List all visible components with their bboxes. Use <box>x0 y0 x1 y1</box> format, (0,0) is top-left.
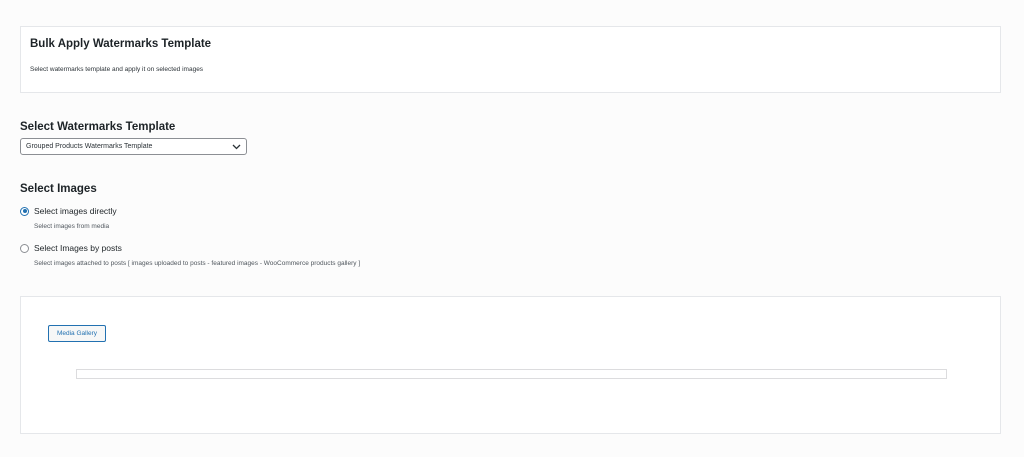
page-description: Select watermarks template and apply it … <box>30 66 204 73</box>
page-title: Bulk Apply Watermarks Template <box>30 38 212 50</box>
images-section-title: Select Images <box>20 183 97 195</box>
radio-select-by-posts[interactable] <box>20 243 29 253</box>
media-gallery-button[interactable]: Media Gallery <box>48 325 106 342</box>
radio-label-select-by-posts: Select Images by posts <box>34 243 122 253</box>
template-select[interactable]: Grouped Products Watermarks Template <box>20 138 247 155</box>
media-card: Media Gallery <box>20 296 1001 434</box>
radio-label-select-directly: Select images directly <box>34 206 117 216</box>
radio-option-select-by-posts[interactable]: Select Images by posts <box>20 243 122 253</box>
radio-desc-select-directly: Select images from media <box>34 223 110 230</box>
header-card: Bulk Apply Watermarks Template Select wa… <box>20 26 1001 93</box>
radio-select-directly[interactable] <box>20 206 29 216</box>
radio-desc-select-by-posts: Select images attached to posts [ images… <box>34 260 361 267</box>
radio-option-select-directly[interactable]: Select images directly <box>20 206 117 216</box>
chevron-down-icon <box>229 140 243 154</box>
page: Bulk Apply Watermarks Template Select wa… <box>0 0 1024 457</box>
template-section-title: Select Watermarks Template <box>20 121 176 133</box>
template-select-value: Grouped Products Watermarks Template <box>26 143 153 150</box>
selected-images-field[interactable] <box>76 369 947 379</box>
